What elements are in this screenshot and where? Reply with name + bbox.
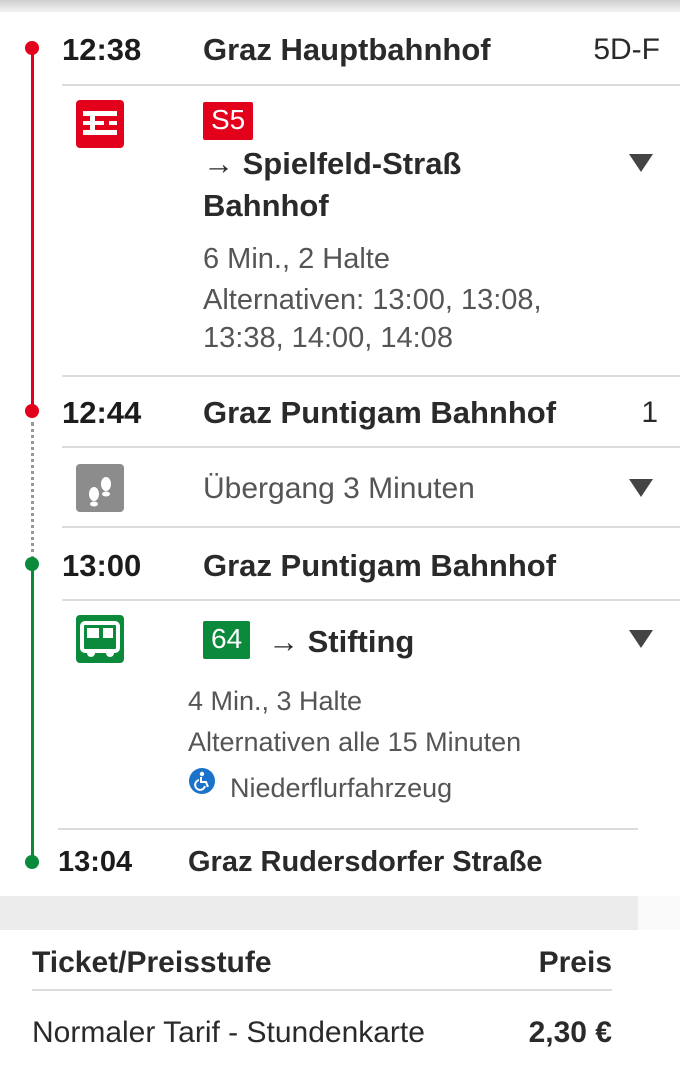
leg2-direction: → Stifting bbox=[268, 624, 415, 659]
leg1-direction-line1: → Spielfeld-Straß bbox=[203, 146, 462, 181]
ticket-price: 2,30 € bbox=[528, 1016, 612, 1049]
walk-icon bbox=[76, 464, 124, 512]
section-divider bbox=[0, 896, 680, 930]
leg1-duration: 6 Min., 2 Halte bbox=[203, 243, 390, 275]
stop2-time: 12:44 bbox=[62, 395, 142, 430]
leg2-duration: 4 Min., 3 Halte bbox=[188, 686, 363, 716]
stop2-platform: 1 bbox=[641, 396, 658, 429]
price-header: Preis bbox=[538, 946, 612, 979]
bus-icon bbox=[76, 615, 124, 663]
separator bbox=[62, 599, 680, 601]
timeline-dot-start bbox=[25, 41, 39, 55]
stop2-station[interactable]: Graz Puntigam Bahnhof bbox=[203, 395, 556, 431]
leg1-alternatives-line1: Alternativen: 13:00, 13:08, bbox=[203, 284, 542, 316]
separator bbox=[58, 828, 638, 830]
expand-transfer-icon[interactable] bbox=[629, 479, 653, 497]
timeline-green-line bbox=[31, 564, 34, 861]
leg1-direction-line2: Bahnhof bbox=[203, 188, 329, 223]
transfer-text: Übergang 3 Minuten bbox=[203, 472, 475, 505]
leg2-alternatives: Alternativen alle 15 Minuten bbox=[188, 727, 522, 757]
timeline-dot-departure bbox=[25, 557, 39, 571]
timeline-dot-arrival bbox=[25, 404, 39, 418]
separator bbox=[62, 446, 680, 448]
stop4-station[interactable]: Graz Rudersdorfer Straße bbox=[188, 846, 543, 879]
stop1-time: 12:38 bbox=[62, 32, 142, 67]
timeline-transfer-dots bbox=[31, 422, 34, 560]
table-separator bbox=[32, 989, 612, 991]
ticket-header: Ticket/Preisstufe bbox=[32, 946, 272, 979]
separator bbox=[62, 526, 680, 528]
top-shadow bbox=[0, 0, 680, 12]
train-icon bbox=[76, 100, 124, 148]
separator bbox=[62, 375, 680, 377]
stop1-station[interactable]: Graz Hauptbahnhof bbox=[203, 32, 491, 68]
line-badge-64: 64 bbox=[203, 621, 251, 659]
expand-leg1-icon[interactable] bbox=[629, 154, 653, 172]
leg2-accessibility: Niederflurfahrzeug bbox=[230, 773, 453, 803]
timeline-red-line bbox=[31, 48, 34, 410]
separator bbox=[62, 84, 680, 86]
wheelchair-icon bbox=[189, 768, 215, 794]
stop4-time: 13:04 bbox=[58, 846, 133, 878]
stop3-time: 13:00 bbox=[62, 548, 142, 583]
leg1-alternatives-line2: 13:38, 14:00, 14:08 bbox=[203, 322, 453, 354]
stop3-station[interactable]: Graz Puntigam Bahnhof bbox=[203, 548, 556, 584]
ticket-name: Normaler Tarif - Stundenkarte bbox=[32, 1016, 425, 1049]
expand-leg2-icon[interactable] bbox=[629, 630, 653, 648]
stop1-platform: 5D-F bbox=[593, 33, 660, 66]
line-badge-s5: S5 bbox=[203, 102, 254, 140]
timeline-dot-end bbox=[25, 855, 39, 869]
